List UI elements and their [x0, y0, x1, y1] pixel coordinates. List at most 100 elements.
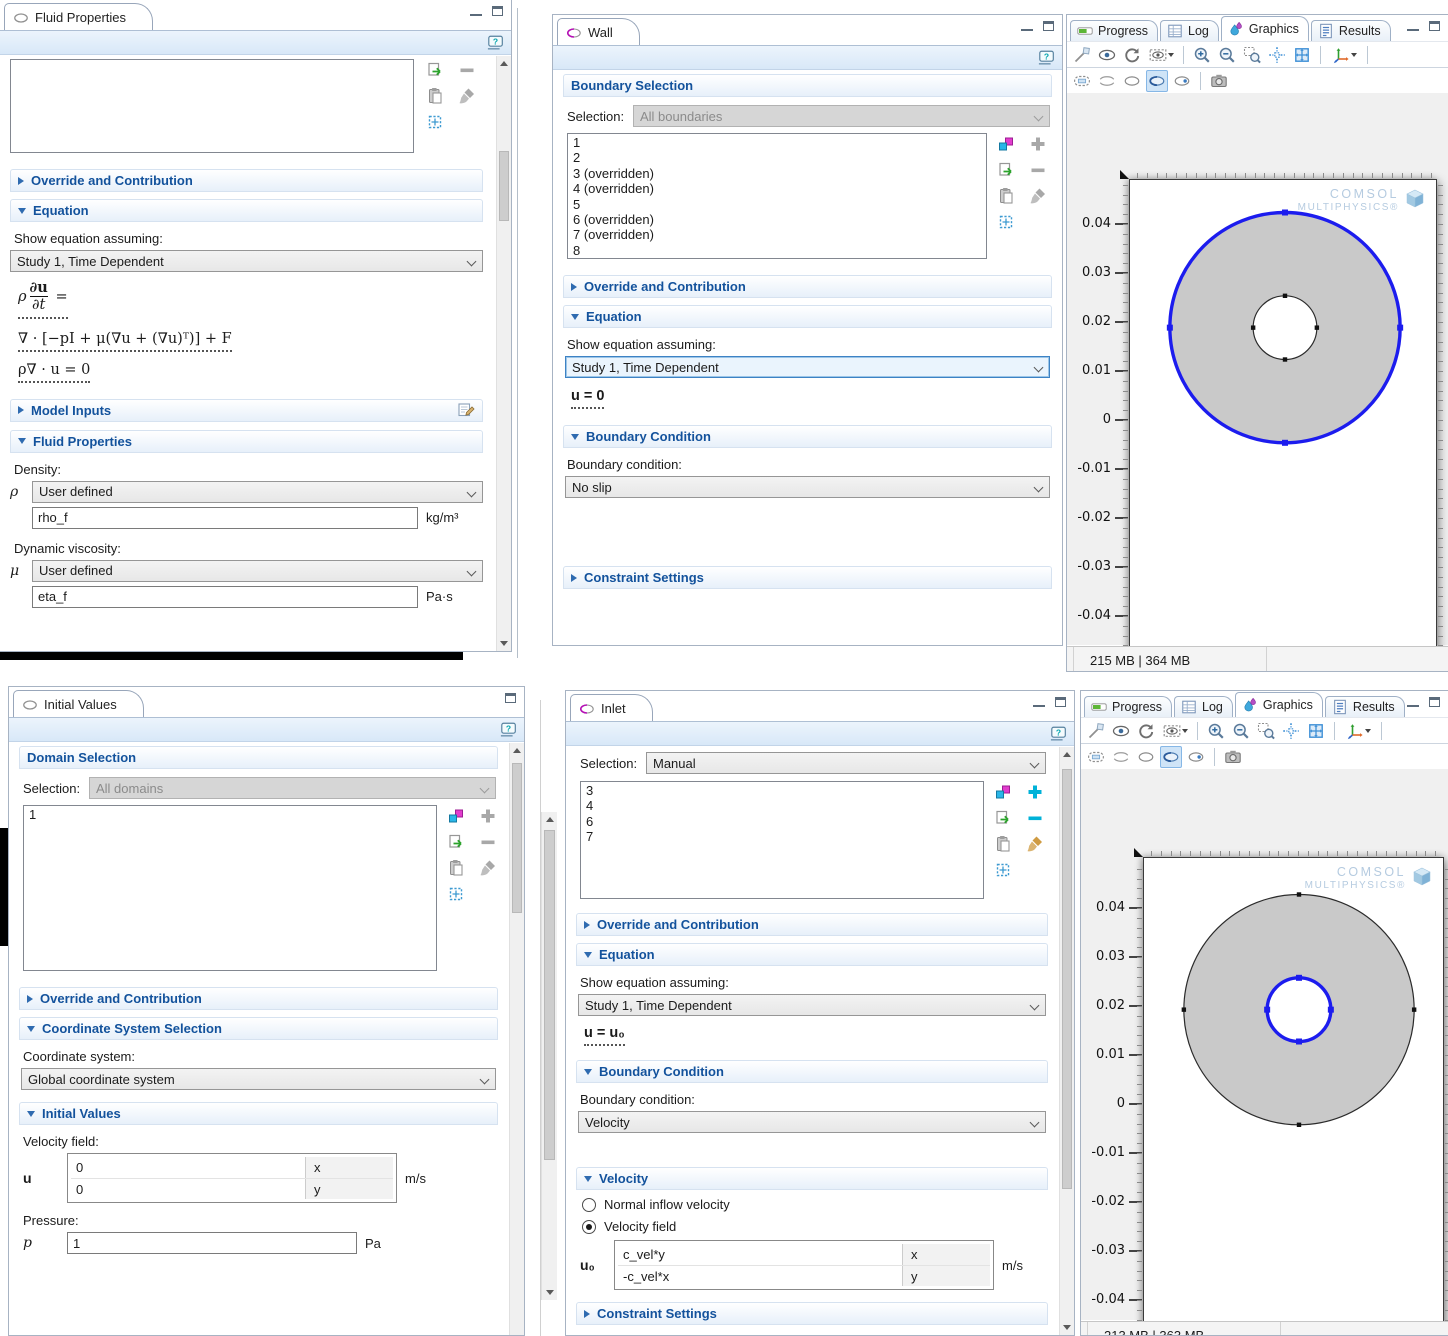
scroll-up-icon[interactable]	[546, 817, 554, 822]
scroll-up-icon[interactable]	[500, 61, 508, 66]
tab-log[interactable]: Log	[1160, 20, 1219, 41]
zoom-extents-button[interactable]	[1280, 720, 1302, 742]
maximize-button[interactable]	[1055, 697, 1066, 707]
active-selection-icon[interactable]	[447, 807, 465, 825]
view-orientation-button[interactable]	[1342, 720, 1374, 742]
reset-view-button[interactable]	[1121, 44, 1143, 66]
select-lasso-mode-button[interactable]	[1110, 746, 1132, 768]
outer-scrollbar-strip[interactable]	[540, 700, 556, 1336]
study-combo[interactable]: Study 1, Time Dependent	[10, 250, 483, 272]
selection-combo[interactable]: Manual	[646, 752, 1046, 774]
remove-from-selection-icon[interactable]	[479, 833, 497, 851]
boundary-selection-list[interactable]: 1 2 3 (overridden) 4 (overridden) 5 6 (o…	[567, 133, 987, 259]
select-boundary-mode-button[interactable]	[1146, 70, 1168, 92]
zoom-to-selection-button[interactable]	[1291, 44, 1313, 66]
section-equation[interactable]: Equation	[576, 943, 1048, 966]
add-to-selection-icon[interactable]	[1029, 135, 1047, 153]
pressure-input[interactable]: 1	[67, 1232, 357, 1254]
clear-selection-icon[interactable]	[458, 87, 476, 105]
section-initial-values[interactable]: Initial Values	[19, 1102, 498, 1125]
section-boundary-selection[interactable]: Boundary Selection	[563, 74, 1052, 97]
viscosity-input[interactable]: eta_f	[32, 586, 418, 608]
help-button[interactable]	[487, 34, 505, 52]
minimize-button[interactable]	[1021, 21, 1033, 31]
selection-combo[interactable]: All domains	[89, 777, 496, 799]
section-boundary-condition[interactable]: Boundary Condition	[563, 425, 1052, 448]
clear-selection-icon[interactable]	[1026, 835, 1044, 853]
remove-from-selection-icon[interactable]	[458, 61, 476, 79]
study-combo[interactable]: Study 1, Time Dependent	[565, 356, 1050, 378]
section-override-contribution[interactable]: Override and Contribution	[563, 275, 1052, 298]
transparency-button[interactable]	[1071, 44, 1093, 66]
study-combo[interactable]: Study 1, Time Dependent	[578, 994, 1046, 1016]
selection-combo[interactable]: All boundaries	[633, 105, 1050, 127]
view-orientation-button[interactable]	[1328, 44, 1360, 66]
image-snapshot-button[interactable]	[1222, 746, 1244, 768]
boundary-condition-combo[interactable]: Velocity	[578, 1111, 1046, 1133]
maximize-button[interactable]	[1043, 21, 1054, 31]
view-visibility-menu-button[interactable]	[1146, 44, 1176, 66]
paste-selection-icon[interactable]	[994, 835, 1012, 853]
tab-results[interactable]: Results	[1325, 696, 1405, 717]
copy-selection-icon[interactable]	[997, 161, 1015, 179]
zoom-box-button[interactable]	[1241, 44, 1263, 66]
tab-progress[interactable]: Progress	[1070, 20, 1158, 41]
zoom-to-selection-icon[interactable]	[997, 213, 1015, 231]
selection-list[interactable]	[10, 59, 414, 153]
edit-model-inputs-icon[interactable]	[457, 401, 475, 419]
zoom-to-selection-icon[interactable]	[426, 113, 444, 131]
section-override-contribution[interactable]: Override and Contribution	[576, 913, 1048, 936]
zoom-to-selection-icon[interactable]	[447, 885, 465, 903]
section-model-inputs[interactable]: Model Inputs	[10, 399, 483, 422]
help-button[interactable]	[1038, 49, 1056, 67]
section-coordinate-system[interactable]: Coordinate System Selection	[19, 1017, 498, 1040]
boundary-condition-combo[interactable]: No slip	[565, 476, 1050, 498]
tab-results[interactable]: Results	[1311, 20, 1391, 41]
section-override-contribution[interactable]: Override and Contribution	[19, 987, 498, 1010]
add-to-selection-icon[interactable]	[479, 807, 497, 825]
select-box-mode-button[interactable]	[1071, 70, 1093, 92]
settings-scrollbar[interactable]	[509, 743, 524, 1335]
visibility-button[interactable]	[1096, 44, 1118, 66]
tab-initial-values[interactable]: Initial Values	[13, 690, 144, 718]
velocity-y-input[interactable]: -c_vel*x	[618, 1266, 902, 1286]
zoom-out-button[interactable]	[1230, 720, 1252, 742]
view-visibility-menu-button[interactable]	[1160, 720, 1190, 742]
scroll-down-icon[interactable]	[500, 641, 508, 646]
select-point-mode-button[interactable]	[1185, 746, 1207, 768]
maximize-button[interactable]	[1429, 697, 1440, 707]
plot-canvas[interactable]: COMSOLMULTIPHYSICS®	[1129, 179, 1437, 671]
paste-selection-icon[interactable]	[426, 87, 444, 105]
velocity-field-radio[interactable]	[582, 1220, 596, 1234]
zoom-to-selection-icon[interactable]	[994, 861, 1012, 879]
select-boundary-mode-button[interactable]	[1160, 746, 1182, 768]
velocity-x-input[interactable]: c_vel*y	[618, 1244, 902, 1265]
maximize-button[interactable]	[505, 693, 516, 703]
viscosity-combo[interactable]: User defined	[32, 560, 483, 582]
copy-selection-icon[interactable]	[447, 833, 465, 851]
copy-selection-icon[interactable]	[426, 61, 444, 79]
zoom-out-button[interactable]	[1216, 44, 1238, 66]
tab-graphics[interactable]: Graphics	[1221, 16, 1309, 41]
domain-selection-list[interactable]: 1	[23, 805, 437, 971]
section-constraint-settings[interactable]: Constraint Settings	[576, 1302, 1048, 1325]
section-equation[interactable]: Equation	[10, 199, 483, 222]
select-box-mode-button[interactable]	[1085, 746, 1107, 768]
minimize-button[interactable]	[1407, 21, 1419, 31]
tab-wall[interactable]: Wall	[557, 18, 640, 46]
help-button[interactable]	[1050, 725, 1068, 743]
scroll-up-icon[interactable]	[513, 748, 521, 753]
zoom-extents-button[interactable]	[1266, 44, 1288, 66]
minimize-button[interactable]	[1407, 697, 1419, 707]
coordinate-system-combo[interactable]: Global coordinate system	[21, 1068, 496, 1090]
minimize-button[interactable]	[1033, 697, 1045, 707]
section-domain-selection[interactable]: Domain Selection	[19, 746, 498, 769]
add-to-selection-icon[interactable]	[1026, 783, 1044, 801]
minimize-button[interactable]	[470, 6, 482, 16]
zoom-box-button[interactable]	[1255, 720, 1277, 742]
select-domain-mode-button[interactable]	[1121, 70, 1143, 92]
section-equation[interactable]: Equation	[563, 305, 1052, 328]
help-button[interactable]	[500, 721, 518, 739]
select-domain-mode-button[interactable]	[1135, 746, 1157, 768]
remove-from-selection-icon[interactable]	[1026, 809, 1044, 827]
